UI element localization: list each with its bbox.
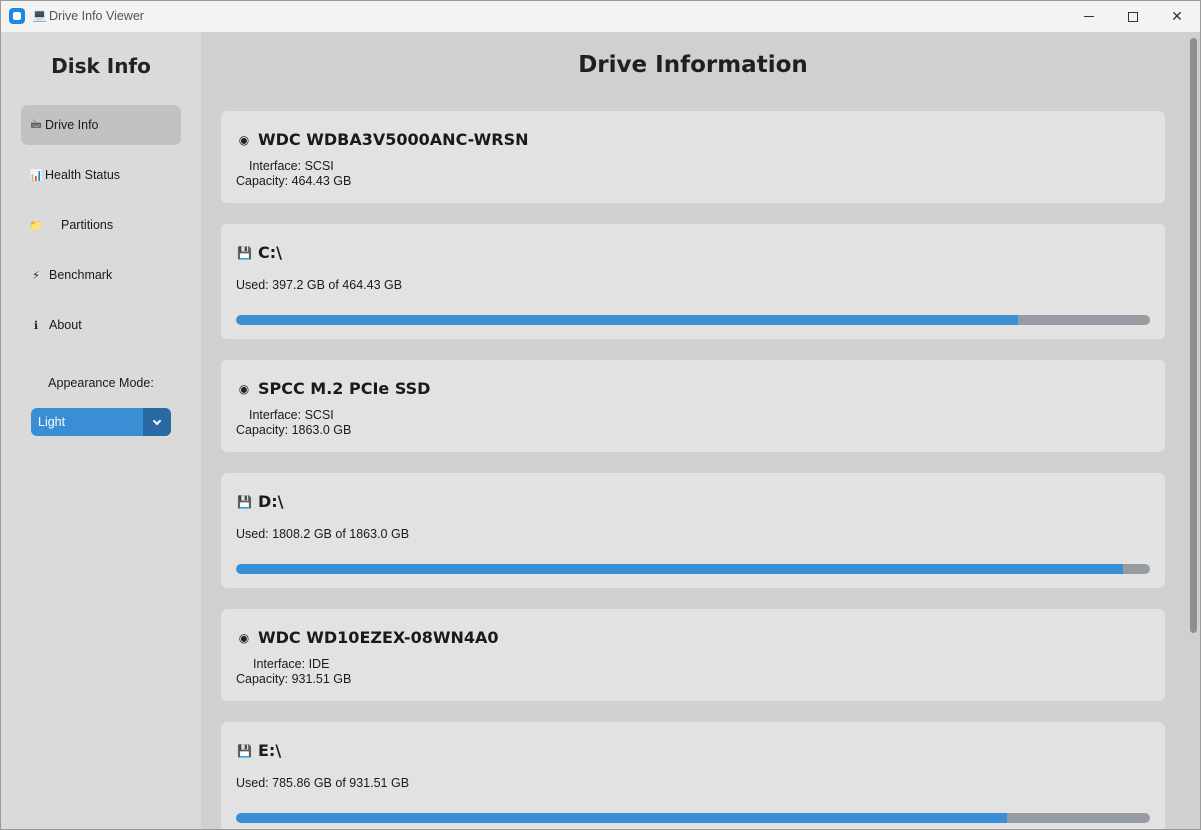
disk-icon: ◉ [238,381,250,396]
sidebar-item-benchmark[interactable]: ⚡ Benchmark [21,255,181,295]
vertical-scrollbar[interactable] [1187,32,1200,829]
floppy-icon: 💾 [237,494,252,509]
sidebar-item-health-status[interactable]: 📊 Health Status [21,155,181,195]
disk-title: ◉ WDC WD10EZEX-08WN4A0 [237,628,499,647]
main-panel: Drive Information ◉ WDC WDBA3V5000ANC-WR… [201,32,1187,829]
scrollbar-thumb[interactable] [1190,38,1197,633]
disk-icon: ◉ [238,630,250,645]
usage-progress-fill [236,564,1124,574]
computer-icon: 💻 [32,8,47,22]
minimize-button[interactable] [1066,1,1112,32]
partition-title: 💾 C:\ [237,243,282,262]
partition-usage: Used: 1808.2 GB of 1863.0 GB [236,527,410,541]
close-button[interactable]: ✕ [1154,1,1200,32]
sidebar-item-label: Drive Info [45,118,99,132]
sidebar-title: Disk Info [51,54,151,78]
disk-capacity: Capacity: 464.43 GB [236,174,352,188]
drive-icon: 🖮 [30,118,42,131]
disk-interface: Interface: SCSI [249,408,334,422]
lightning-icon: ⚡ [32,269,40,282]
appearance-mode-label: Appearance Mode: [48,376,154,390]
sidebar-item-label: Benchmark [49,268,113,282]
partition-title: 💾 E:\ [237,741,281,760]
disk-icon: ◉ [238,132,250,147]
partition-card: 💾 E:\ Used: 785.86 GB of 931.51 GB [221,722,1165,829]
appearance-mode-value: Light [38,415,66,429]
app-icon [9,8,25,24]
usage-progress-bar [236,315,1150,325]
chart-icon: 📊 [29,169,43,182]
usage-progress-bar [236,813,1150,823]
sidebar-item-label: Health Status [45,168,121,182]
disk-card: ◉ WDC WDBA3V5000ANC-WRSN Interface: SCSI… [221,111,1165,203]
partition-usage: Used: 397.2 GB of 464.43 GB [236,278,403,292]
floppy-icon: 💾 [237,245,252,260]
minimize-icon [1084,16,1094,17]
usage-progress-fill [236,315,1018,325]
sidebar-item-label: About [49,318,82,332]
disk-card: ◉ SPCC M.2 PCIe SSD Interface: SCSI Capa… [221,360,1165,452]
folder-icon: 📁 [29,219,43,232]
partition-name: E:\ [258,741,282,760]
sidebar-item-drive-info[interactable]: 🖮 Drive Info [21,105,181,145]
disk-name: WDC WD10EZEX-08WN4A0 [258,628,499,647]
page-title: Drive Information [578,52,808,78]
title-bar[interactable]: 💻 Drive Info Viewer ✕ [1,1,1200,32]
partition-name: D:\ [258,492,284,511]
sidebar: Disk Info 🖮 Drive Info 📊 Health Status 📁… [1,32,201,829]
usage-progress-bar [236,564,1150,574]
close-icon: ✕ [1171,8,1183,24]
floppy-icon: 💾 [237,743,252,758]
chevron-down-icon [152,416,162,425]
window-title: Drive Info Viewer [49,9,144,23]
disk-title: ◉ SPCC M.2 PCIe SSD [237,379,431,398]
sidebar-item-about[interactable]: ℹ About [21,305,181,345]
disk-card: ◉ WDC WD10EZEX-08WN4A0 Interface: IDE Ca… [221,609,1165,701]
partition-card: 💾 D:\ Used: 1808.2 GB of 1863.0 GB [221,473,1165,588]
disk-title: ◉ WDC WDBA3V5000ANC-WRSN [237,130,529,149]
partition-usage: Used: 785.86 GB of 931.51 GB [236,776,410,790]
disk-interface: Interface: IDE [253,657,330,671]
disk-interface: Interface: SCSI [249,159,334,173]
dropdown-button[interactable] [143,408,171,436]
partition-name: C:\ [258,243,282,262]
partition-title: 💾 D:\ [237,492,284,511]
maximize-icon [1128,11,1138,22]
appearance-mode-select[interactable]: Light [31,408,171,436]
sidebar-item-partitions[interactable]: 📁 Partitions [21,205,181,245]
disk-capacity: Capacity: 1863.0 GB [236,423,352,437]
disk-name: SPCC M.2 PCIe SSD [258,379,431,398]
info-icon: ℹ [33,319,39,332]
maximize-button[interactable] [1110,1,1156,32]
partition-card: 💾 C:\ Used: 397.2 GB of 464.43 GB [221,224,1165,339]
sidebar-item-label: Partitions [61,218,114,232]
usage-progress-fill [236,813,1008,823]
app-window: 💻 Drive Info Viewer ✕ Disk Info 🖮 Drive … [0,0,1201,830]
disk-capacity: Capacity: 931.51 GB [236,672,352,686]
disk-name: WDC WDBA3V5000ANC-WRSN [258,130,529,149]
